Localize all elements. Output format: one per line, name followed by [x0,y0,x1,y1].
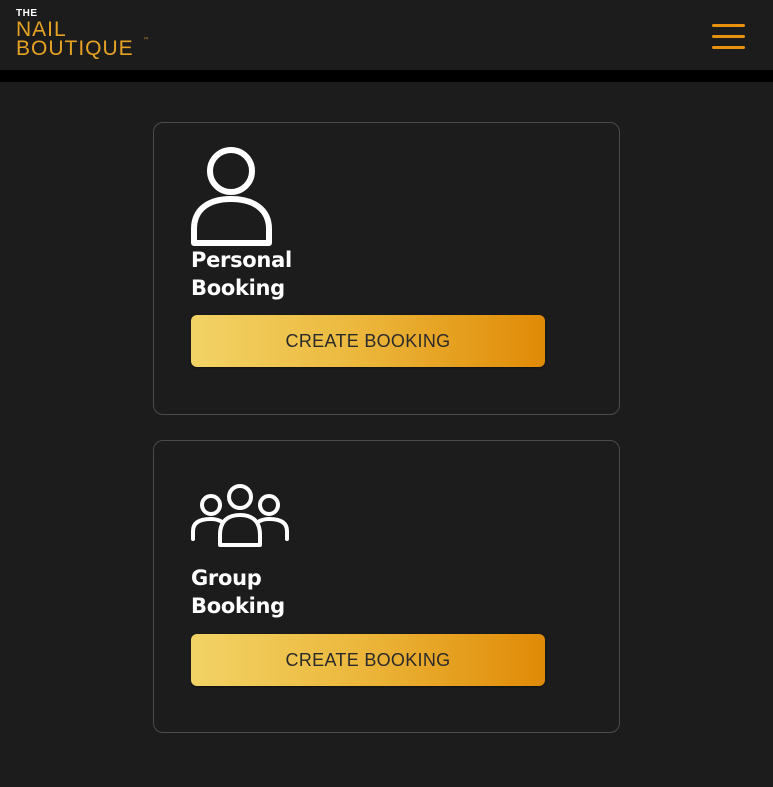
group-create-booking-button[interactable]: CREATE BOOKING [191,634,545,686]
site-header: THE NAIL BOUTIQUE ™ [0,0,773,70]
group-icon [191,484,289,547]
personal-booking-title: Personal Booking [191,248,292,300]
personal-create-booking-button[interactable]: CREATE BOOKING [191,315,545,367]
header-divider [0,70,773,82]
menu-bar-middle [712,35,745,38]
person-icon [191,147,272,246]
menu-bar-bottom [712,46,745,49]
hamburger-menu-icon[interactable] [712,24,745,50]
logo-trademark: ™ [143,37,149,44]
group-booking-title: Group Booking [191,566,285,618]
personal-booking-card: Personal Booking CREATE BOOKING [153,122,620,415]
menu-bar-top [712,24,745,27]
logo-boutique-text: BOUTIQUE [16,37,134,60]
brand-logo[interactable]: THE NAIL BOUTIQUE ™ [16,8,150,60]
group-booking-card: Group Booking CREATE BOOKING [153,440,620,733]
